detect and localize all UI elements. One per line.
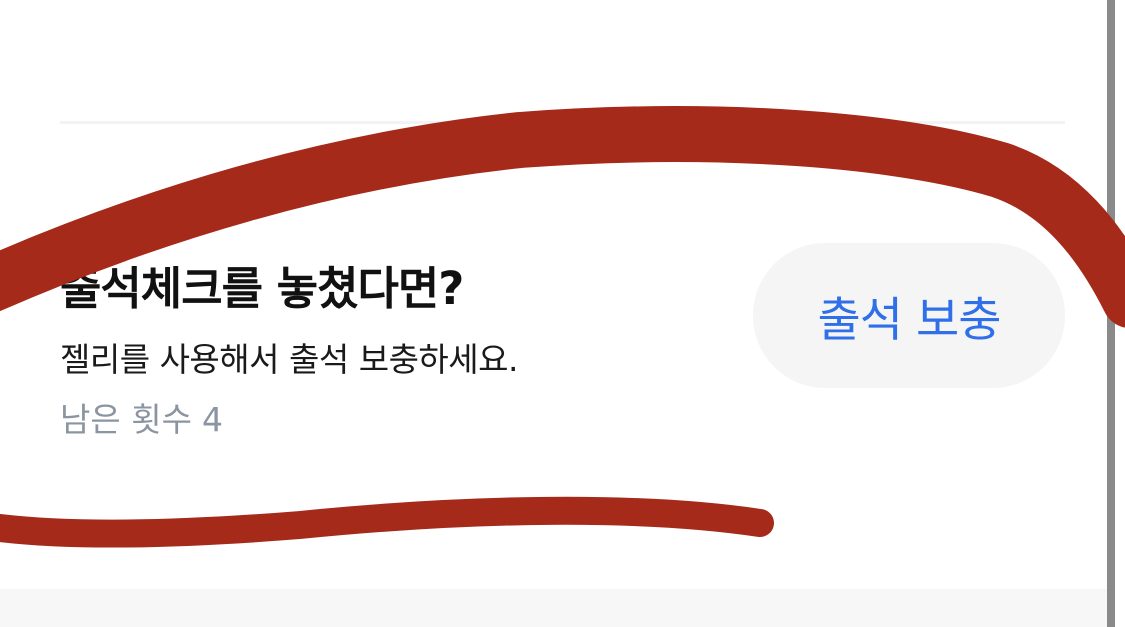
section-description: 젤리를 사용해서 출석 보충하세요. — [60, 340, 519, 379]
supplement-button-label: 출석 보충 — [817, 293, 1002, 348]
scrollbar-track[interactable] — [1107, 0, 1125, 627]
attendance-makeup-section: 출석체크를 놓쳤다면? 젤리를 사용해서 출석 보충하세요. 남은 횟수 4 출석… — [60, 240, 1065, 440]
attendance-supplement-button[interactable]: 출석 보충 — [753, 243, 1065, 388]
remaining-label: 남은 횟수 — [60, 400, 192, 439]
bottom-section-background — [0, 589, 1107, 627]
section-title: 출석체크를 놓쳤다면? — [60, 262, 464, 315]
scrollbar-thumb[interactable] — [1107, 0, 1115, 627]
section-divider — [60, 121, 1065, 124]
remaining-count-text: 남은 횟수 4 — [60, 393, 233, 441]
app-screen: 출석체크를 놓쳤다면? 젤리를 사용해서 출석 보충하세요. 남은 횟수 4 출석… — [0, 0, 1125, 627]
annotation-stroke — [0, 496, 774, 548]
remaining-value: 4 — [201, 400, 223, 439]
